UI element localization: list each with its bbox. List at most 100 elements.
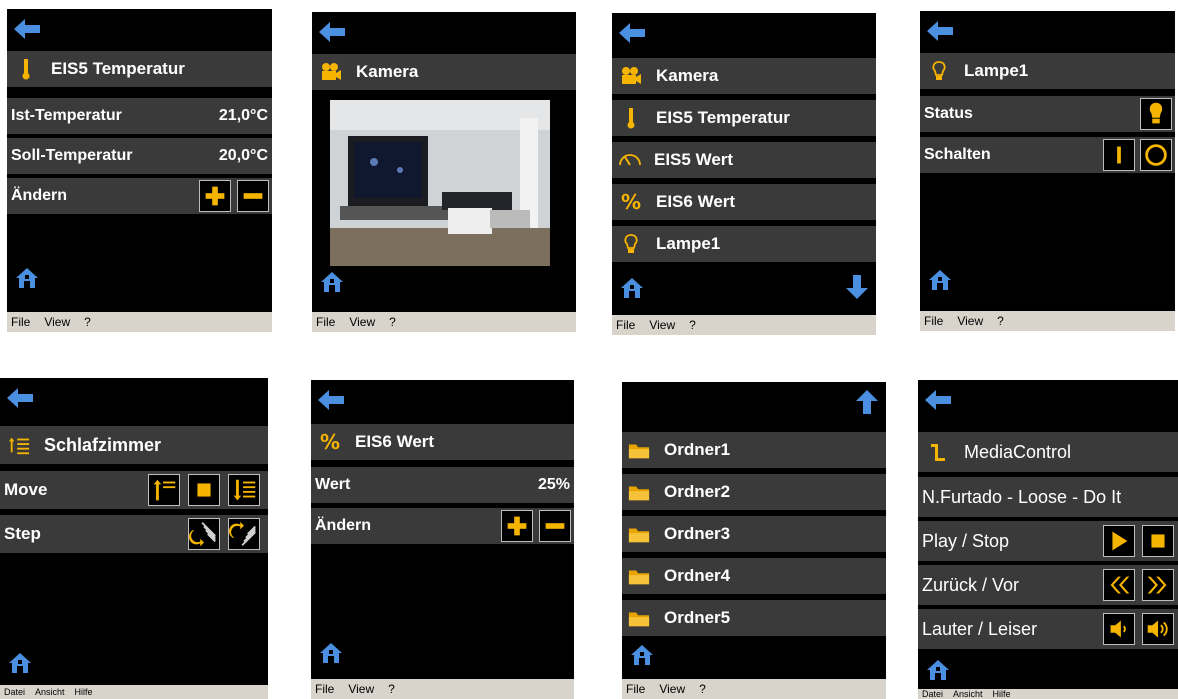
media-icon (928, 441, 950, 463)
home-icon[interactable] (8, 652, 32, 674)
list-item-ordner2[interactable]: Ordner2 (622, 474, 886, 510)
play-button[interactable] (1103, 525, 1135, 557)
back-arrow-icon[interactable] (927, 21, 953, 41)
menu-help[interactable]: ? (84, 315, 91, 329)
page-title: Schlafzimmer (0, 426, 268, 464)
minus-button[interactable] (237, 180, 269, 212)
switch-off-button[interactable] (1140, 139, 1172, 171)
plus-button[interactable] (501, 510, 533, 542)
menu-help[interactable]: ? (699, 682, 706, 696)
back-arrow-icon[interactable] (318, 390, 344, 410)
menu-hilfe[interactable]: Hilfe (75, 687, 93, 697)
menu-file[interactable]: File (626, 682, 645, 696)
previous-button[interactable] (1103, 569, 1135, 601)
menu-file[interactable]: File (315, 682, 334, 696)
row-ist-temperatur: Ist-Temperatur 21,0°C (7, 98, 272, 134)
screen-device-list: Kamera EIS5 Temperatur EIS5 Wert EIS6 We… (612, 13, 876, 335)
volume-up-button[interactable] (1142, 613, 1174, 645)
home-icon[interactable] (320, 271, 344, 293)
plus-button[interactable] (199, 180, 231, 212)
thermometer-icon (620, 107, 642, 129)
home-icon[interactable] (15, 267, 39, 289)
menu-file[interactable]: File (316, 315, 335, 329)
row-aendern: Ändern (311, 508, 574, 544)
switch-on-button[interactable] (1103, 139, 1135, 171)
list-item-eis5-temperatur[interactable]: EIS5 Temperatur (612, 100, 876, 136)
row-value: 20,0°C (218, 147, 268, 164)
back-arrow-icon[interactable] (319, 22, 345, 42)
back-arrow-icon[interactable] (14, 19, 40, 39)
row-label: Wert (315, 476, 351, 493)
menu-help[interactable]: ? (689, 318, 696, 332)
percent-icon (620, 191, 642, 213)
folder-icon (628, 607, 650, 629)
list-item-eis5-wert[interactable]: EIS5 Wert (612, 142, 876, 178)
menu-bar: Datei Ansicht Hilfe (0, 685, 268, 699)
title-label: EIS5 Temperatur (51, 59, 185, 78)
page-title: EIS5 Temperatur (7, 51, 272, 87)
list-item-eis6-wert[interactable]: EIS6 Wert (612, 184, 876, 220)
move-down-button[interactable] (228, 474, 260, 506)
list-item-label: Ordner1 (664, 440, 731, 459)
menu-help[interactable]: ? (388, 682, 395, 696)
menu-file[interactable]: File (924, 314, 943, 328)
list-item-ordner4[interactable]: Ordner4 (622, 558, 886, 594)
list-item-ordner3[interactable]: Ordner3 (622, 516, 886, 552)
menu-view[interactable]: View (348, 682, 374, 696)
camera-icon (620, 65, 642, 87)
row-label: Status (924, 105, 973, 122)
bulb-icon (928, 60, 950, 82)
title-label: Kamera (356, 62, 419, 81)
camera-icon (320, 61, 342, 83)
folder-icon (628, 439, 650, 461)
home-icon[interactable] (620, 277, 644, 299)
row-play-stop: Play / Stop (918, 521, 1178, 561)
menu-view[interactable]: View (349, 315, 375, 329)
menu-view[interactable]: View (649, 318, 675, 332)
list-item-lampe1[interactable]: Lampe1 (612, 226, 876, 262)
menu-view[interactable]: View (659, 682, 685, 696)
volume-down-button[interactable] (1103, 613, 1135, 645)
menu-help[interactable]: ? (389, 315, 396, 329)
row-label: Soll-Temperatur (11, 147, 133, 164)
back-arrow-icon[interactable] (619, 23, 645, 43)
move-up-button[interactable] (148, 474, 180, 506)
menu-view[interactable]: View (957, 314, 983, 328)
step-down-button[interactable] (188, 518, 220, 550)
row-label: Ändern (11, 187, 67, 204)
menu-datei[interactable]: Datei (922, 689, 943, 699)
row-label: Step (4, 524, 41, 543)
list-item-kamera[interactable]: Kamera (612, 58, 876, 94)
list-item-label: Ordner3 (664, 524, 731, 543)
minus-button[interactable] (539, 510, 571, 542)
menu-hilfe[interactable]: Hilfe (993, 689, 1011, 699)
row-label: Schalten (924, 146, 991, 163)
title-label: Lampe1 (964, 61, 1029, 80)
home-icon[interactable] (319, 642, 343, 664)
row-value: 21,0°C (218, 107, 268, 124)
menu-file[interactable]: File (616, 318, 635, 332)
back-arrow-icon[interactable] (925, 390, 951, 410)
blinds-icon (8, 434, 30, 456)
home-icon[interactable] (630, 644, 654, 666)
back-arrow-icon[interactable] (7, 388, 33, 408)
home-icon[interactable] (928, 269, 952, 291)
menu-ansicht[interactable]: Ansicht (35, 687, 65, 697)
step-up-button[interactable] (228, 518, 260, 550)
row-label: Zurück / Vor (922, 574, 1020, 595)
next-button[interactable] (1142, 569, 1174, 601)
scroll-down-arrow-icon[interactable] (846, 275, 868, 299)
row-label: Play / Stop (922, 530, 1010, 551)
list-item-ordner1[interactable]: Ordner1 (622, 432, 886, 468)
menu-file[interactable]: File (11, 315, 30, 329)
scroll-up-arrow-icon[interactable] (856, 390, 878, 414)
stop-button[interactable] (1142, 525, 1174, 557)
menu-view[interactable]: View (44, 315, 70, 329)
menu-help[interactable]: ? (997, 314, 1004, 328)
home-icon[interactable] (926, 659, 950, 681)
list-item-ordner5[interactable]: Ordner5 (622, 600, 886, 636)
menu-ansicht[interactable]: Ansicht (953, 689, 983, 699)
stop-button[interactable] (188, 474, 220, 506)
menu-datei[interactable]: Datei (4, 687, 25, 697)
menu-bar: File View ? (612, 315, 876, 335)
